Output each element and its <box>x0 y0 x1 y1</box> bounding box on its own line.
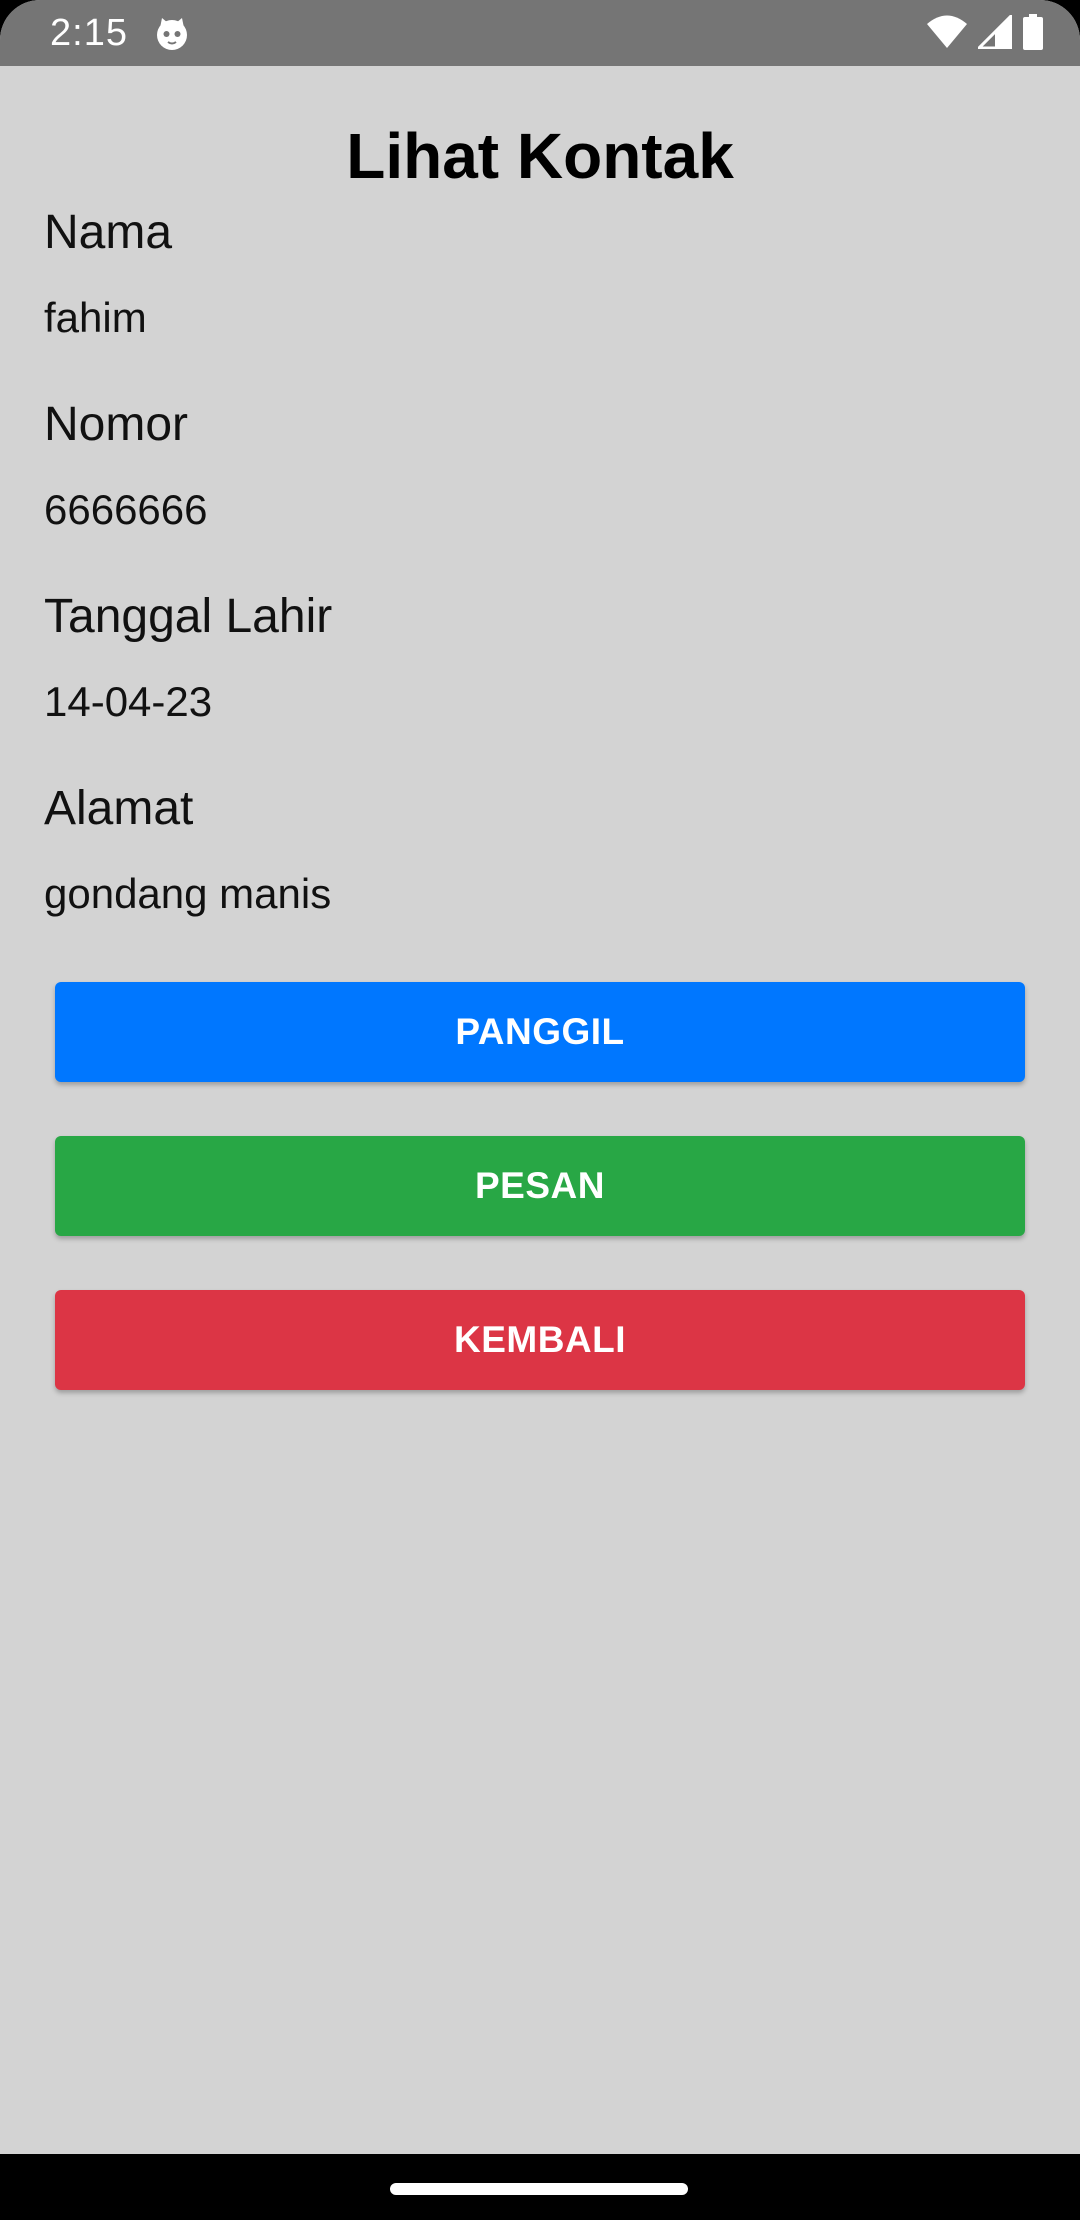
address-label: Alamat <box>44 782 194 835</box>
message-button-label: PESAN <box>475 1165 605 1206</box>
message-button[interactable]: PESAN <box>55 1136 1025 1236</box>
status-time: 2:15 <box>50 12 128 54</box>
status-bar: 2:15 <box>0 0 1080 66</box>
wifi-icon <box>926 15 968 54</box>
call-button[interactable]: PANGGIL <box>55 982 1025 1082</box>
birthdate-value: 14-04-23 <box>44 678 213 725</box>
birthdate-label: Tanggal Lahir <box>44 590 333 643</box>
name-label: Nama <box>44 206 173 259</box>
number-label: Nomor <box>44 398 189 451</box>
address-value: gondang manis <box>44 870 332 917</box>
back-button-label: KEMBALI <box>453 1319 627 1360</box>
home-handle[interactable] <box>390 2183 688 2195</box>
battery-icon <box>1022 13 1044 55</box>
screen: 2:15 Lihat Kontak Nama fahim Nomor 66666… <box>0 0 1080 2220</box>
page-title: Lihat Kontak <box>346 120 734 192</box>
call-button-label: PANGGIL <box>455 1011 625 1052</box>
back-button[interactable]: KEMBALI <box>55 1290 1025 1390</box>
number-value: 6666666 <box>44 486 208 533</box>
name-value: fahim <box>44 294 147 341</box>
navigation-bar <box>0 2154 1080 2220</box>
status-icons <box>926 11 1044 55</box>
cat-app-icon <box>154 16 190 52</box>
cell-signal-icon <box>975 11 1013 54</box>
